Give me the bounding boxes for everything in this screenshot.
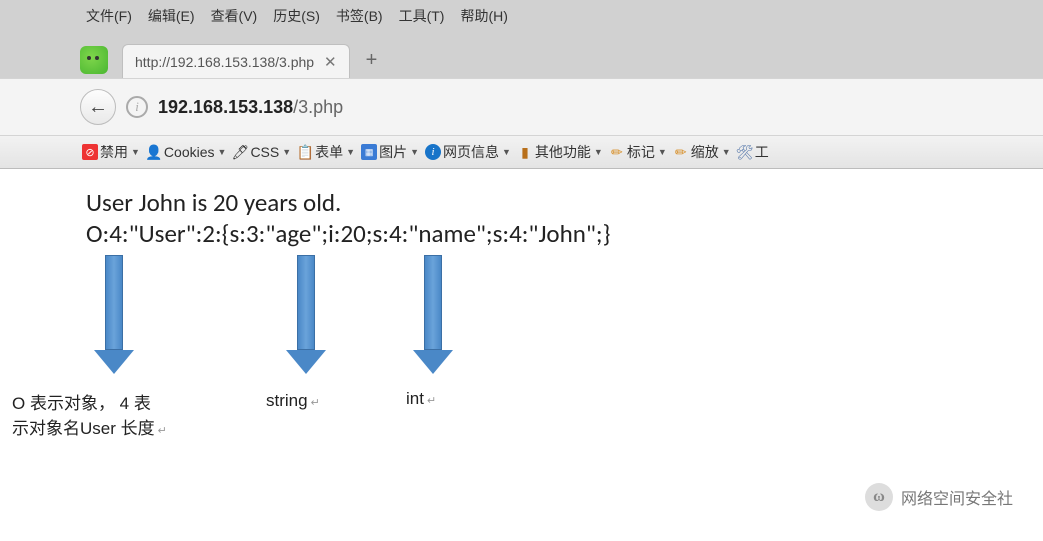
annotation-1-line1: O 表示对象， 4 表 [12, 389, 202, 414]
chevron-down-icon: ▼ [218, 147, 227, 157]
tab-close-icon[interactable]: ✕ [324, 53, 337, 71]
tab-title: http://192.168.153.138/3.php [135, 54, 314, 70]
arrow-2 [286, 255, 326, 374]
dev-toolbar: ⊘禁用▼ 👤Cookies▼ 🖊CSS▼ 📋表单▼ ▦图片▼ i网页信息▼ ▮其… [0, 136, 1043, 169]
annotation-3: int [406, 389, 436, 409]
new-tab-button[interactable]: + [366, 49, 378, 72]
annotation-1-line2: 示对象名User 长度 [12, 414, 202, 439]
image-icon: ▦ [361, 144, 377, 160]
watermark-icon: ω [865, 483, 893, 511]
url-host: 192.168.153.138 [158, 97, 293, 117]
watermark: ω 网络空间安全社 [865, 483, 1013, 511]
watermark-text: 网络空间安全社 [901, 485, 1013, 509]
menu-bookmarks[interactable]: 书签(B) [330, 4, 389, 28]
menu-bar: 文件(F) 编辑(E) 查看(V) 历史(S) 书签(B) 工具(T) 帮助(H… [0, 0, 1043, 32]
info-icon: i [425, 144, 441, 160]
clipboard-icon: 📋 [297, 144, 313, 160]
chevron-down-icon: ▼ [410, 147, 419, 157]
menu-help[interactable]: 帮助(H) [454, 4, 513, 28]
back-button[interactable]: ← [80, 89, 116, 125]
toolbar-cookies[interactable]: 👤Cookies▼ [144, 143, 229, 161]
arrow-1 [94, 255, 134, 374]
chevron-down-icon: ▼ [658, 147, 667, 157]
toolbar-zoom[interactable]: ✏缩放▼ [671, 141, 733, 163]
tab-active[interactable]: http://192.168.153.138/3.php ✕ [122, 44, 350, 78]
chevron-down-icon: ▼ [131, 147, 140, 157]
page-content: User John is 20 years old. O:4:"User":2:… [0, 169, 1043, 439]
forbid-icon: ⊘ [82, 144, 98, 160]
url-bar: ← i 192.168.153.138/3.php [0, 78, 1043, 136]
toolbar-tools-cut[interactable]: 🛠工 [735, 141, 771, 163]
output-line-2: O:4:"User":2:{s:3:"age";i:20;s:4:"name";… [86, 218, 957, 249]
site-info-icon[interactable]: i [126, 96, 148, 118]
arrow-3 [413, 255, 453, 374]
menu-tools[interactable]: 工具(T) [393, 4, 451, 28]
toolbar-css[interactable]: 🖊CSS▼ [230, 143, 293, 161]
tab-strip: http://192.168.153.138/3.php ✕ + [0, 32, 1043, 78]
chevron-down-icon: ▼ [722, 147, 731, 157]
output-line-1: User John is 20 years old. [86, 187, 957, 218]
menu-edit[interactable]: 编辑(E) [142, 4, 201, 28]
annotation-2: string [266, 391, 320, 411]
wechat-icon[interactable] [80, 46, 108, 74]
toolbar-images[interactable]: ▦图片▼ [359, 141, 421, 163]
menu-view[interactable]: 查看(V) [205, 4, 264, 28]
chevron-down-icon: ▼ [346, 147, 355, 157]
toolbar-other[interactable]: ▮其他功能▼ [515, 141, 605, 163]
toolbar-disable[interactable]: ⊘禁用▼ [80, 141, 142, 163]
chevron-down-icon: ▼ [502, 147, 511, 157]
url-text[interactable]: 192.168.153.138/3.php [158, 97, 963, 118]
chevron-down-icon: ▼ [282, 147, 291, 157]
menu-file[interactable]: 文件(F) [80, 4, 138, 28]
toolbar-forms[interactable]: 📋表单▼ [295, 141, 357, 163]
menu-history[interactable]: 历史(S) [267, 4, 326, 28]
wand-icon: 🖊 [232, 144, 248, 160]
zoom-icon: ✏ [673, 144, 689, 160]
book-icon: ▮ [517, 144, 533, 160]
person-icon: 👤 [146, 144, 162, 160]
url-path: /3.php [293, 97, 343, 117]
pencil-icon: ✏ [609, 144, 625, 160]
toolbar-pageinfo[interactable]: i网页信息▼ [423, 141, 513, 163]
toolbar-mark[interactable]: ✏标记▼ [607, 141, 669, 163]
chevron-down-icon: ▼ [594, 147, 603, 157]
arrow-left-icon: ← [88, 96, 108, 119]
wrench-icon: 🛠 [737, 144, 753, 160]
